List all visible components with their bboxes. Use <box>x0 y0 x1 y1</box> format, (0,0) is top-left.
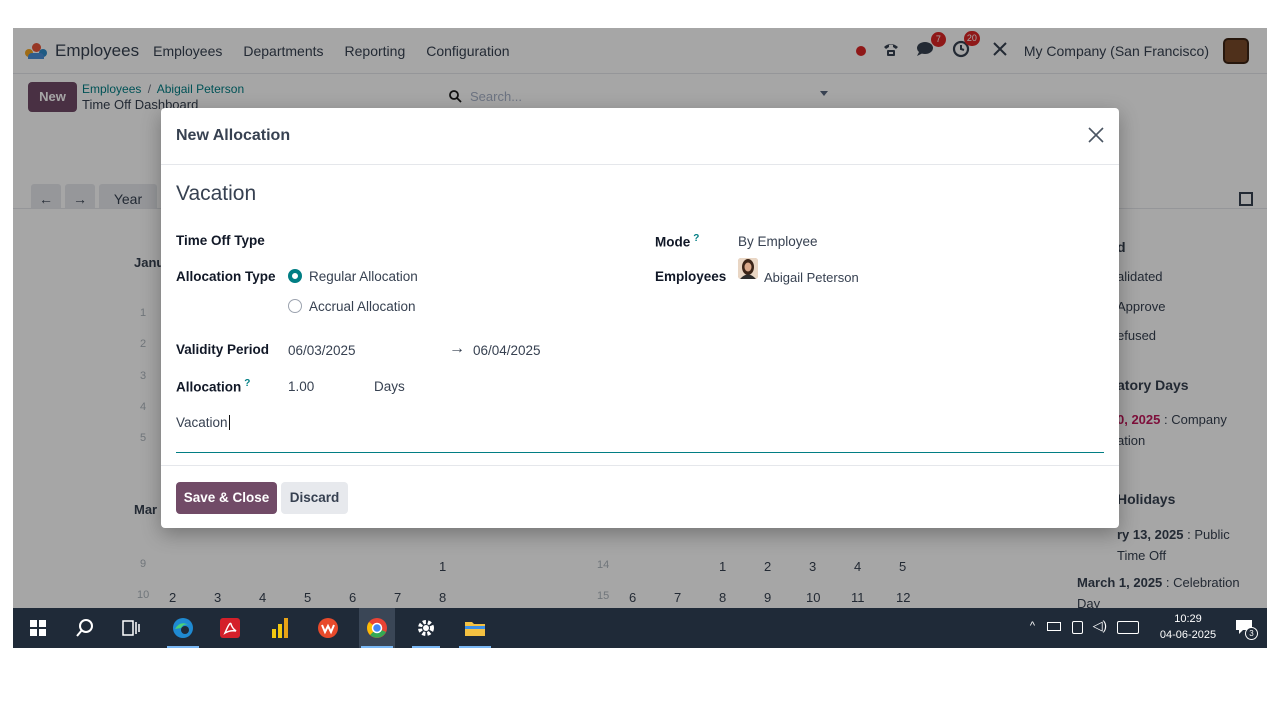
allocation-name-field[interactable]: Vacation <box>176 182 256 206</box>
clock[interactable]: 10:29 04-06-2025 <box>1155 611 1221 643</box>
close-icon[interactable] <box>1087 126 1105 144</box>
notification-icon[interactable]: 3 <box>1235 618 1258 640</box>
odoo-app: Employees Employees Departments Reportin… <box>13 28 1267 608</box>
allocation-label: Allocation? <box>176 378 251 395</box>
battery-icon[interactable] <box>1047 622 1061 631</box>
time-off-type-label: Time Off Type <box>176 233 265 248</box>
settings-gear-icon[interactable] <box>410 608 442 648</box>
dialog-body: Vacation Time Off Type Allocation Type R… <box>176 165 1104 465</box>
mode-label: Mode? <box>655 233 700 250</box>
active-indicator <box>459 646 491 648</box>
keyboard-icon[interactable] <box>1117 621 1139 634</box>
screen: Employees Employees Departments Reportin… <box>13 28 1267 648</box>
chrome-browser-icon[interactable] <box>359 608 395 648</box>
file-explorer-icon[interactable] <box>457 608 493 648</box>
active-indicator <box>361 646 393 648</box>
mode-select[interactable]: By Employee <box>738 234 818 249</box>
active-indicator <box>412 646 440 648</box>
speaker-icon[interactable]: ◁) <box>1093 618 1107 634</box>
employee-avatar <box>738 258 758 279</box>
search-icon[interactable] <box>73 608 97 648</box>
regular-allocation-label[interactable]: Regular Allocation <box>309 269 418 284</box>
save-close-button[interactable]: Save & Close <box>176 482 277 514</box>
notification-count: 3 <box>1245 627 1258 640</box>
wps-office-icon[interactable] <box>314 608 342 648</box>
dialog-title: New Allocation <box>176 127 291 144</box>
dialog-header: New Allocation <box>161 108 1119 165</box>
edge-browser-icon[interactable] <box>165 608 201 648</box>
description-underline <box>176 452 1104 453</box>
date-to-field[interactable]: 06/04/2025 <box>473 343 541 358</box>
help-icon[interactable]: ? <box>693 233 699 244</box>
pdf-reader-icon[interactable] <box>216 608 244 648</box>
chevron-up-icon[interactable]: ^ <box>1030 620 1035 632</box>
date-from-field[interactable]: 06/03/2025 <box>288 343 356 358</box>
arrow-right-icon: → <box>449 340 465 357</box>
regular-allocation-radio[interactable] <box>288 269 302 283</box>
windows-taskbar: ^ ◁) 10:29 04-06-2025 3 <box>13 608 1267 648</box>
task-view-icon[interactable] <box>119 608 143 648</box>
accrual-allocation-radio[interactable] <box>288 299 302 313</box>
device-icon[interactable] <box>1072 621 1083 634</box>
allocation-value-field[interactable]: 1.00 <box>288 379 314 394</box>
new-allocation-dialog: New Allocation Vacation Time Off Type Al… <box>161 108 1119 528</box>
description-field[interactable]: Vacation <box>176 415 230 430</box>
windows-start-icon[interactable] <box>27 608 49 648</box>
validity-period-label: Validity Period <box>176 342 270 357</box>
employee-tag[interactable]: Abigail Peterson <box>764 270 859 285</box>
time-off-type-field[interactable] <box>273 227 633 253</box>
discard-button[interactable]: Discard <box>281 482 348 514</box>
power-bi-icon[interactable] <box>266 608 294 648</box>
clock-date: 04-06-2025 <box>1159 629 1217 641</box>
accrual-allocation-label[interactable]: Accrual Allocation <box>309 299 416 314</box>
clock-time: 10:29 <box>1174 613 1202 625</box>
dialog-footer: Save & Close Discard <box>161 465 1119 528</box>
employees-label: Employees <box>655 269 727 284</box>
active-indicator <box>167 646 199 648</box>
help-icon[interactable]: ? <box>244 378 250 389</box>
allocation-unit: Days <box>374 379 405 394</box>
allocation-type-label: Allocation Type <box>176 269 276 284</box>
